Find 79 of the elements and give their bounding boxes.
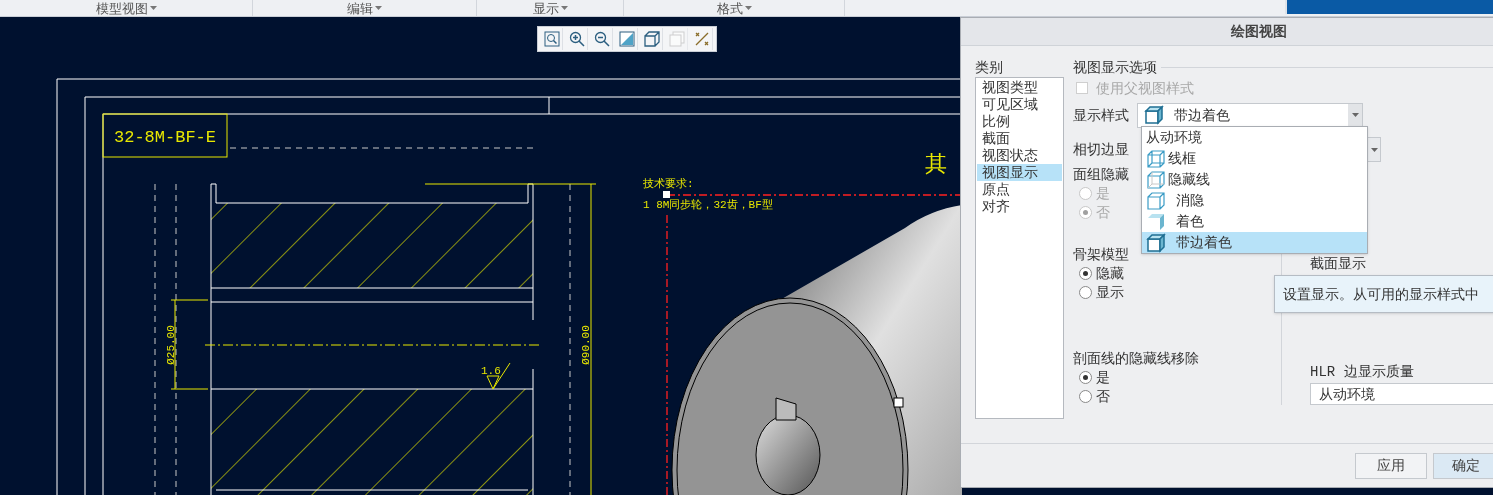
- option-label: 消隐: [1175, 191, 1204, 210]
- option-label: 线框: [1168, 149, 1196, 168]
- toolbar-button[interactable]: [616, 28, 638, 50]
- category-item[interactable]: 视图显示: [977, 164, 1062, 181]
- hidden-line-cube-icon: [1146, 169, 1166, 190]
- zoom-fit-icon: [543, 31, 560, 47]
- radio-button[interactable]: [1079, 286, 1092, 299]
- hlr-dropdown[interactable]: 从动环境: [1310, 383, 1493, 405]
- roughness-note-text: 其: [925, 151, 947, 176]
- radio-label: 是: [1096, 368, 1110, 387]
- dialog-title: 绘图视图: [1231, 22, 1287, 41]
- display-style-dropdown[interactable]: 带边着色: [1137, 102, 1363, 128]
- checkbox-label: 使用父视图样式: [1096, 78, 1194, 98]
- title-block-text: 32-8M-BF-E: [114, 128, 216, 147]
- category-item[interactable]: 对齐: [977, 198, 1062, 215]
- dropdown-option[interactable]: 着色: [1142, 211, 1367, 232]
- dropdown-option[interactable]: 带边着色: [1142, 232, 1367, 253]
- layers-icon: [668, 31, 685, 47]
- option-label: 带边着色: [1175, 233, 1232, 252]
- radio-label: 隐藏: [1096, 264, 1124, 283]
- dimension-text: Ø90.00: [580, 325, 592, 365]
- category-label: 类别: [975, 58, 1004, 77]
- category-item[interactable]: 视图状态: [977, 147, 1062, 164]
- cube-icon: [643, 31, 660, 47]
- caret-icon: [149, 6, 157, 10]
- note-text: 1 8M同步轮，32齿，BF型: [643, 199, 773, 211]
- caret-icon: [1351, 113, 1359, 117]
- field-label: HLR 边显示质量: [1310, 363, 1415, 382]
- toolbar-button[interactable]: [641, 28, 663, 50]
- ribbon-group-button[interactable]: 格式: [716, 1, 752, 15]
- selection-handle[interactable]: [663, 191, 670, 198]
- group-label: 剖面线的隐藏线移除: [1073, 349, 1199, 368]
- toolbar-button[interactable]: [541, 28, 563, 50]
- radio-button[interactable]: [1079, 390, 1092, 403]
- shaded-cube-icon: [1146, 211, 1166, 232]
- tooltip: 设置显示。从可用的显示样式中: [1274, 275, 1493, 313]
- radio-label: 否: [1096, 203, 1110, 222]
- zoom-out-icon: [593, 31, 610, 47]
- radio-button[interactable]: [1079, 371, 1092, 384]
- group-label: 骨架模型: [1073, 245, 1129, 264]
- dropdown-option[interactable]: 隐藏线: [1142, 169, 1367, 190]
- radio-label: 显示: [1096, 283, 1124, 302]
- group-label: 面组隐藏: [1073, 165, 1129, 184]
- radio-label: 否: [1096, 387, 1110, 406]
- category-item[interactable]: 视图类型: [977, 79, 1062, 96]
- cube-outline-icon: [1146, 190, 1166, 211]
- datum-axes-icon: [693, 31, 710, 47]
- category-item[interactable]: 比例: [977, 113, 1062, 130]
- dropdown-option[interactable]: 消隐: [1142, 190, 1367, 211]
- surface-finish-text: 1.6: [481, 365, 501, 377]
- zoom-in-icon: [568, 31, 585, 47]
- dropdown-option[interactable]: 从动环境: [1142, 127, 1367, 148]
- field-label: 截面显示: [1310, 254, 1366, 273]
- selection-handle[interactable]: [893, 397, 904, 408]
- notes-heading: 技术要求:: [643, 178, 694, 190]
- category-item[interactable]: 可见区域: [977, 96, 1062, 113]
- option-label: 从动环境: [1146, 128, 1202, 147]
- radio-button[interactable]: [1079, 267, 1092, 280]
- dropdown-option[interactable]: 线框: [1142, 148, 1367, 169]
- category-item[interactable]: 原点: [977, 181, 1062, 198]
- caret-icon: [375, 6, 382, 10]
- caret-icon: [560, 6, 568, 10]
- dialog-button[interactable]: 确定: [1433, 452, 1493, 479]
- caret-icon: [1371, 147, 1378, 152]
- wireframe-cube-icon: [1146, 148, 1166, 169]
- section-title: 视图显示选项: [1073, 57, 1157, 77]
- field-label: 相切边显: [1073, 140, 1129, 159]
- option-label: 隐藏线: [1168, 170, 1210, 189]
- dimension-text: Ø25.00: [165, 325, 177, 365]
- category-item[interactable]: 截面: [977, 130, 1062, 147]
- dialog-button[interactable]: 应用: [1355, 452, 1427, 479]
- field-label: 显示样式: [1073, 105, 1129, 125]
- radio-label: 是: [1096, 184, 1110, 203]
- ribbon-group-button[interactable]: 显示: [532, 1, 568, 15]
- ribbon-group-button[interactable]: 编辑: [347, 1, 382, 15]
- repaint-icon: [618, 31, 635, 47]
- ribbon-group-button[interactable]: 模型视图: [95, 1, 157, 15]
- option-label: 着色: [1175, 212, 1204, 231]
- caret-icon: [744, 6, 752, 10]
